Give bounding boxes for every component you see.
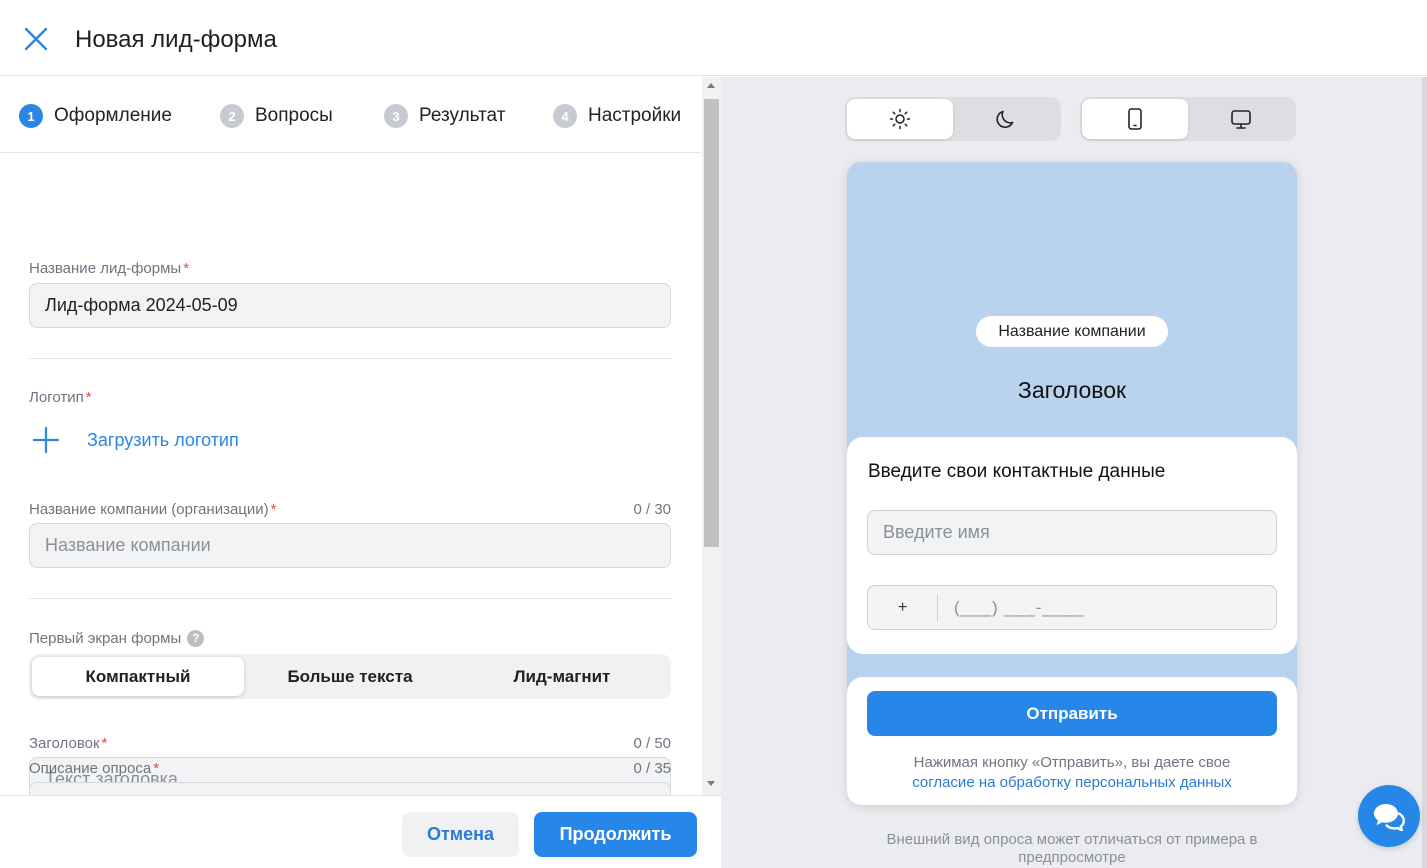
first-screen-label: Первый экран формы?: [29, 630, 205, 647]
company-counter: 0 / 30: [633, 501, 671, 518]
form-fields: Название лид-формы * Лид-форма 2024-05-09…: [0, 154, 701, 795]
form-name-input[interactable]: Лид-форма 2024-05-09: [29, 283, 671, 328]
scroll-down-icon[interactable]: [707, 781, 715, 786]
consent-text: Нажимая кнопку «Отправить», вы даете сво…: [847, 753, 1297, 793]
description-counter: 0 / 35: [633, 760, 671, 777]
heading-counter: 0 / 50: [633, 735, 671, 752]
plus-icon: [32, 426, 60, 454]
upload-logo-button[interactable]: Загрузить логотип: [31, 425, 239, 455]
scrollbar[interactable]: [702, 77, 721, 795]
option-more-text[interactable]: Больше текста: [244, 657, 456, 696]
page-title: Новая лид-форма: [75, 26, 277, 53]
footer: Отмена Продолжить: [0, 795, 721, 868]
monitor-icon: [1231, 110, 1251, 129]
tab-settings[interactable]: 4 Настройки: [553, 103, 681, 129]
mobile-view-button[interactable]: [1082, 99, 1188, 139]
logo-label: Логотип *: [29, 389, 92, 406]
tab-design[interactable]: 1 Оформление: [19, 103, 172, 129]
first-screen-selector: Компактный Больше текста Лид-магнит: [29, 654, 671, 699]
contact-card-title: Введите свои контактные данные: [868, 461, 1166, 482]
option-compact[interactable]: Компактный: [32, 657, 244, 696]
company-input[interactable]: Название компании: [29, 523, 671, 568]
device-toggle: [1080, 97, 1296, 141]
cancel-button[interactable]: Отмена: [402, 812, 519, 857]
first-screen-label-text: Первый экран формы: [29, 630, 182, 647]
chat-icon: [1374, 804, 1406, 831]
step-label: Результат: [419, 105, 506, 126]
heading-label: Заголовок *: [29, 735, 107, 752]
company-label: Название компании (организации) *: [29, 501, 277, 518]
required-mark: *: [101, 735, 108, 752]
help-icon[interactable]: ?: [187, 630, 205, 647]
preview-panel: Название компании Заголовок Введите свои…: [721, 77, 1427, 868]
form-editor-panel: 1 Оформление 2 Вопросы 3 Результат 4 Нас…: [0, 77, 721, 868]
divider: [29, 598, 671, 599]
steps-tabs: 1 Оформление 2 Вопросы 3 Результат 4 Нас…: [0, 77, 701, 153]
step-label: Вопросы: [255, 105, 333, 126]
heading-label-text: Заголовок: [29, 735, 100, 752]
step-number: 1: [19, 104, 43, 128]
step-number: 3: [384, 104, 408, 128]
step-number: 4: [553, 104, 577, 128]
consent-text-body: Нажимая кнопку «Отправить», вы даете сво…: [913, 754, 1231, 771]
required-mark: *: [183, 260, 190, 277]
phone-input[interactable]: + (___) ___-____: [867, 585, 1277, 630]
phone-plus: +: [898, 598, 908, 616]
description-label: Описание опроса *: [29, 760, 159, 777]
description-input[interactable]: [29, 782, 671, 795]
light-theme-button[interactable]: [847, 99, 953, 139]
form-preview: Название компании Заголовок Введите свои…: [847, 162, 1297, 805]
preview-title: Заголовок: [1017, 377, 1127, 403]
moon-icon: [996, 110, 1014, 128]
contact-card: Введите свои контактные данные Введите и…: [847, 437, 1297, 654]
form-name-label: Название лид-формы *: [29, 260, 189, 277]
logo-label-text: Логотип: [29, 389, 84, 406]
submit-button[interactable]: Отправить: [867, 691, 1277, 736]
continue-button[interactable]: Продолжить: [534, 812, 697, 857]
submit-area: Отправить Нажимая кнопку «Отправить», вы…: [847, 677, 1297, 805]
company-label-text: Название компании (организации): [29, 501, 269, 518]
step-label: Оформление: [54, 105, 172, 126]
close-icon[interactable]: [22, 25, 50, 53]
header: Новая лид-форма: [0, 0, 1427, 76]
phone-separator: [937, 594, 938, 622]
chat-button[interactable]: [1358, 785, 1420, 847]
theme-toggle: [845, 97, 1061, 141]
dark-theme-button[interactable]: [953, 99, 1059, 139]
step-number: 2: [220, 104, 244, 128]
divider: [29, 358, 671, 359]
step-label: Настройки: [588, 105, 682, 126]
company-name-chip: Название компании: [976, 316, 1168, 347]
tab-questions[interactable]: 2 Вопросы: [220, 103, 333, 129]
option-lead-magnet[interactable]: Лид-магнит: [456, 657, 668, 696]
required-mark: *: [270, 501, 277, 518]
scroll-up-icon[interactable]: [707, 83, 715, 88]
sun-icon: [889, 108, 911, 130]
required-mark: *: [153, 760, 160, 777]
description-label-text: Описание опроса: [29, 760, 152, 777]
phone-icon: [1128, 108, 1142, 130]
phone-mask: (___) ___-____: [954, 597, 1085, 617]
desktop-view-button[interactable]: [1188, 99, 1294, 139]
consent-link[interactable]: согласие на обработку персональных данны…: [912, 774, 1232, 791]
form-name-label-text: Название лид-формы: [29, 260, 182, 277]
scroll-thumb[interactable]: [704, 99, 719, 547]
upload-logo-label: Загрузить логотип: [87, 429, 239, 450]
tab-result[interactable]: 3 Результат: [384, 103, 505, 129]
required-mark: *: [85, 389, 92, 406]
preview-scrollbar[interactable]: [1422, 77, 1427, 868]
preview-note: Внешний вид опроса может отличаться от п…: [886, 831, 1258, 866]
name-input[interactable]: Введите имя: [867, 510, 1277, 555]
